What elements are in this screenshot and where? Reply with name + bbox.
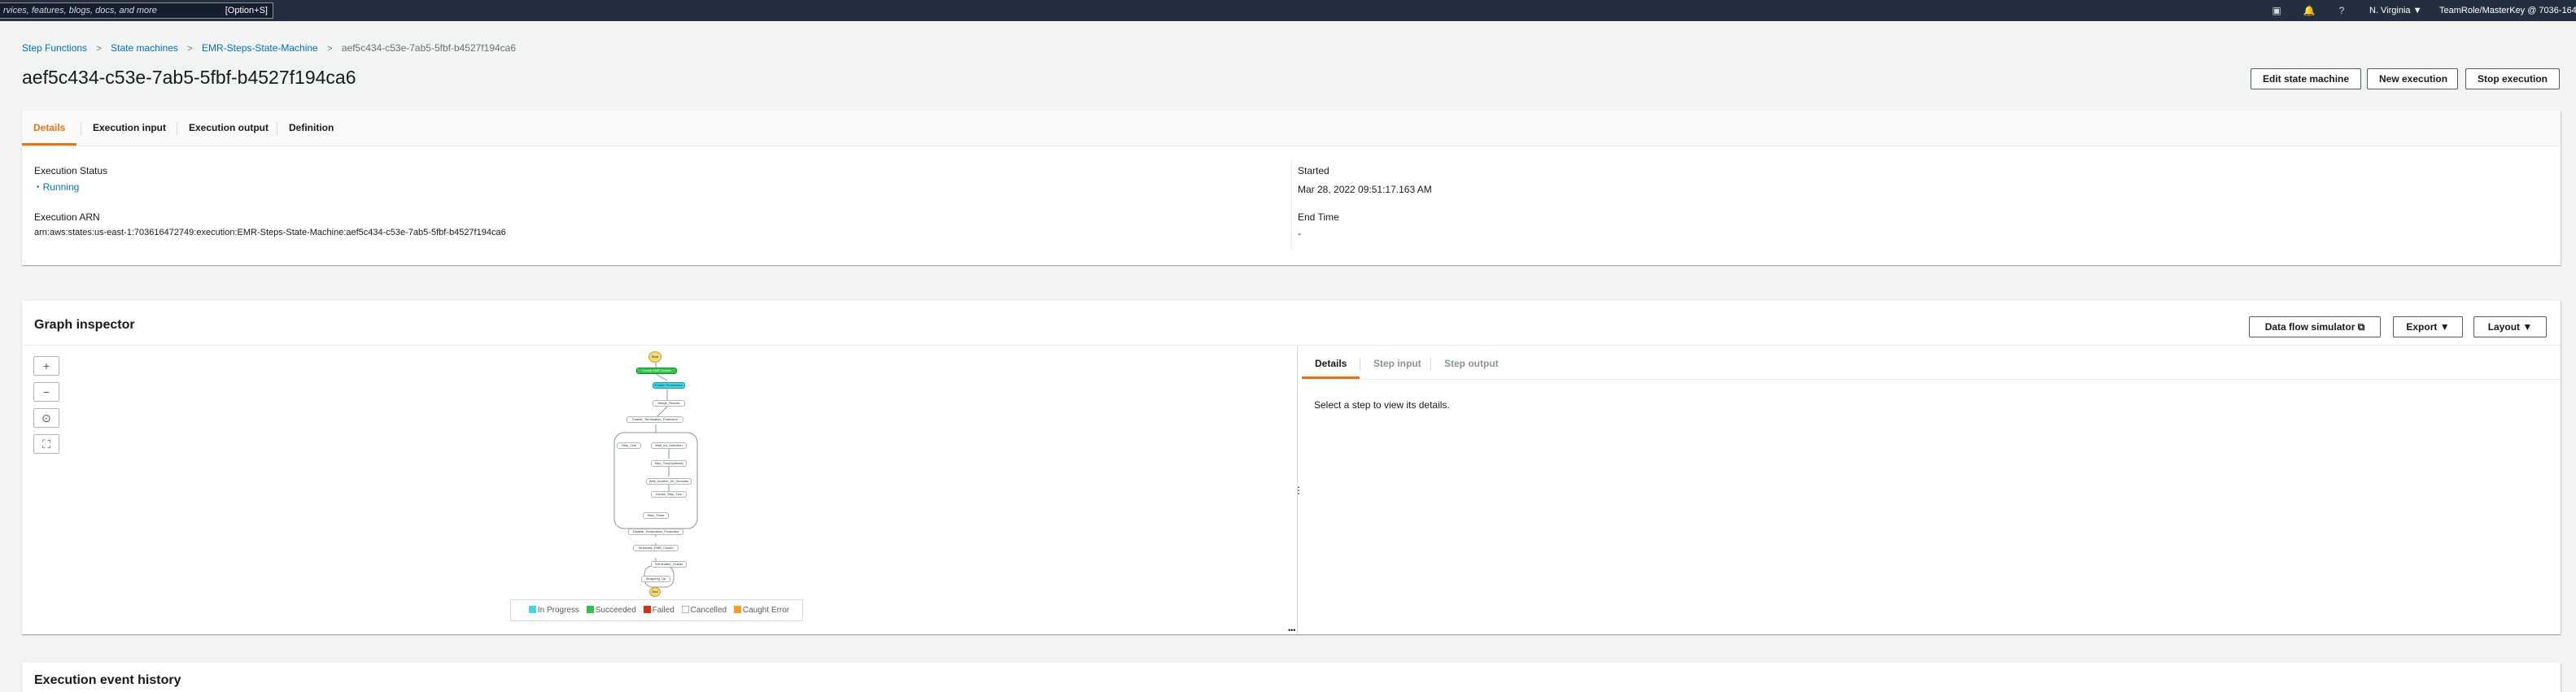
tab-step-details[interactable]: Details — [1302, 348, 1360, 379]
graph-node[interactable]: Disable_Termination_Protection — [628, 529, 683, 535]
edit-state-machine-button[interactable]: Edit state machine — [2251, 68, 2361, 89]
started-value: Mar 28, 2022 09:51:17.163 AM — [1298, 184, 1432, 195]
graph-legend: In Progress Succeeded Failed Cancelled C… — [510, 599, 803, 621]
legend-label: Cancelled — [690, 606, 727, 615]
event-history-title: Execution event history — [34, 673, 181, 687]
legend-label: Caught Error — [742, 606, 790, 615]
started-label: Started — [1298, 165, 1329, 176]
graph-node[interactable]: Step_Two(Optional) — [651, 460, 687, 467]
graph-inspector-title: Graph inspector — [34, 318, 135, 332]
legend-label: Succeeded — [595, 606, 636, 615]
graph-node[interactable]: Merge_Results — [653, 400, 685, 407]
graph-node[interactable]: Wrapping_Up — [641, 576, 670, 582]
divider — [1302, 379, 2561, 380]
zoom-in-button[interactable]: + — [33, 356, 59, 376]
bell-icon[interactable]: 🔔 — [2303, 4, 2316, 17]
search-input[interactable]: rvices, features, blogs, docs, and more … — [0, 2, 273, 19]
caret-down-icon: ▼ — [2439, 321, 2450, 333]
legend-swatch — [643, 606, 651, 613]
legend-label: In Progress — [537, 606, 579, 615]
legend-swatch — [586, 606, 594, 613]
cloudshell-icon[interactable]: ▣ — [2270, 4, 2283, 17]
legend-label: Failed — [652, 606, 675, 615]
page-title: aef5c434-c53e-7ab5-5fbf-b4527f194ca6 — [22, 67, 356, 88]
legend-swatch — [528, 606, 536, 613]
new-execution-button[interactable]: New execution — [2367, 68, 2458, 89]
layout-button[interactable]: Layout ▼ — [2473, 316, 2547, 337]
fullscreen-button[interactable]: ⛶ — [33, 434, 59, 454]
status-text: Running — [42, 181, 80, 193]
tab-execution-output[interactable]: Execution output — [177, 111, 280, 146]
account-menu[interactable]: TeamRole/MasterKey @ 7036-1647-2 — [2439, 6, 2576, 15]
legend-swatch — [733, 606, 741, 613]
column-divider — [1291, 159, 1292, 249]
data-flow-simulator-button[interactable]: Data flow simulator ⧉ — [2249, 316, 2381, 337]
help-icon[interactable]: ? — [2335, 4, 2348, 17]
stop-execution-button[interactable]: Stop execution — [2465, 68, 2560, 89]
running-icon: ◔ — [34, 181, 41, 193]
empty-step-message: Select a step to view its details. — [1314, 399, 1450, 411]
resize-handle-icon[interactable]: ••• — [1288, 626, 1295, 634]
execution-arn-label: Execution ARN — [34, 211, 100, 223]
drag-handle-icon[interactable]: ⋮ — [1294, 485, 1303, 496]
search-input-text: rvices, features, blogs, docs, and more — [3, 6, 157, 15]
region-selector[interactable]: N. Virginia ▼ — [2369, 6, 2422, 15]
export-button[interactable]: Export ▼ — [2393, 316, 2463, 337]
breadcrumb: Step Functions > State machines > EMR-St… — [22, 42, 516, 54]
tab-execution-input[interactable]: Execution input — [81, 111, 177, 146]
graph-node-succeeded[interactable]: Create EMR Cluster — [636, 368, 677, 374]
graph-inspector-panel — [22, 301, 2561, 634]
event-history-panel — [22, 663, 2561, 692]
breadcrumb-step-functions[interactable]: Step Functions — [22, 42, 87, 54]
execution-status-label: Execution Status — [34, 165, 108, 176]
graph-node[interactable]: Invoke_Step_Two — [651, 491, 687, 498]
external-link-icon: ⧉ — [2357, 321, 2365, 333]
graph-node[interactable]: Terminate_EMR_Cluster — [633, 545, 679, 551]
tab-definition[interactable]: Definition — [277, 111, 345, 146]
execution-tabs: Details Execution input Execution output… — [22, 111, 2561, 146]
search-shortcut-hint: [Option+S] — [225, 6, 268, 15]
end-node[interactable]: End — [649, 587, 661, 597]
zoom-out-button[interactable]: − — [33, 382, 59, 402]
top-navigation-bar: rvices, features, blogs, docs, and more … — [0, 0, 2576, 21]
breadcrumb-state-machine[interactable]: EMR-Steps-State-Machine — [202, 42, 318, 54]
end-time-label: End Time — [1298, 211, 1339, 223]
graph-node[interactable]: Terminated_Cluster — [651, 561, 687, 568]
center-graph-button[interactable]: ⊙ — [33, 408, 59, 428]
graph-node[interactable]: Step_Three — [643, 512, 669, 519]
caret-down-icon: ▼ — [2522, 321, 2533, 333]
legend-swatch — [681, 606, 689, 613]
graph-node[interactable]: Wait_for_Selection — [651, 442, 687, 449]
breadcrumb-current: aef5c434-c53e-7ab5-5fbf-b4527f194ca6 — [341, 42, 517, 54]
breadcrumb-state-machines[interactable]: State machines — [111, 42, 178, 54]
chevron-right-icon: > — [96, 44, 102, 54]
tab-step-output[interactable]: Step output — [1431, 348, 1512, 379]
graph-node[interactable]: Step_One — [617, 442, 641, 449]
start-node[interactable]: Start — [648, 351, 661, 363]
graph-node-in-progress[interactable]: Enable Termination — [653, 382, 685, 389]
divider — [22, 345, 2561, 346]
tab-step-input[interactable]: Step input — [1360, 348, 1434, 379]
execution-arn-value: arn:aws:states:us-east-1:703616472749:ex… — [34, 228, 506, 237]
graph-node[interactable]: Wait_Another_50_Seconds — [646, 478, 692, 485]
graph-node[interactable]: Enable_Termination_Protection — [627, 416, 683, 423]
end-time-value: - — [1298, 228, 1301, 239]
chevron-right-icon: > — [187, 44, 193, 54]
chevron-right-icon: > — [327, 44, 333, 54]
status-badge: ◔ Running — [34, 181, 79, 193]
tab-details[interactable]: Details — [22, 111, 77, 146]
